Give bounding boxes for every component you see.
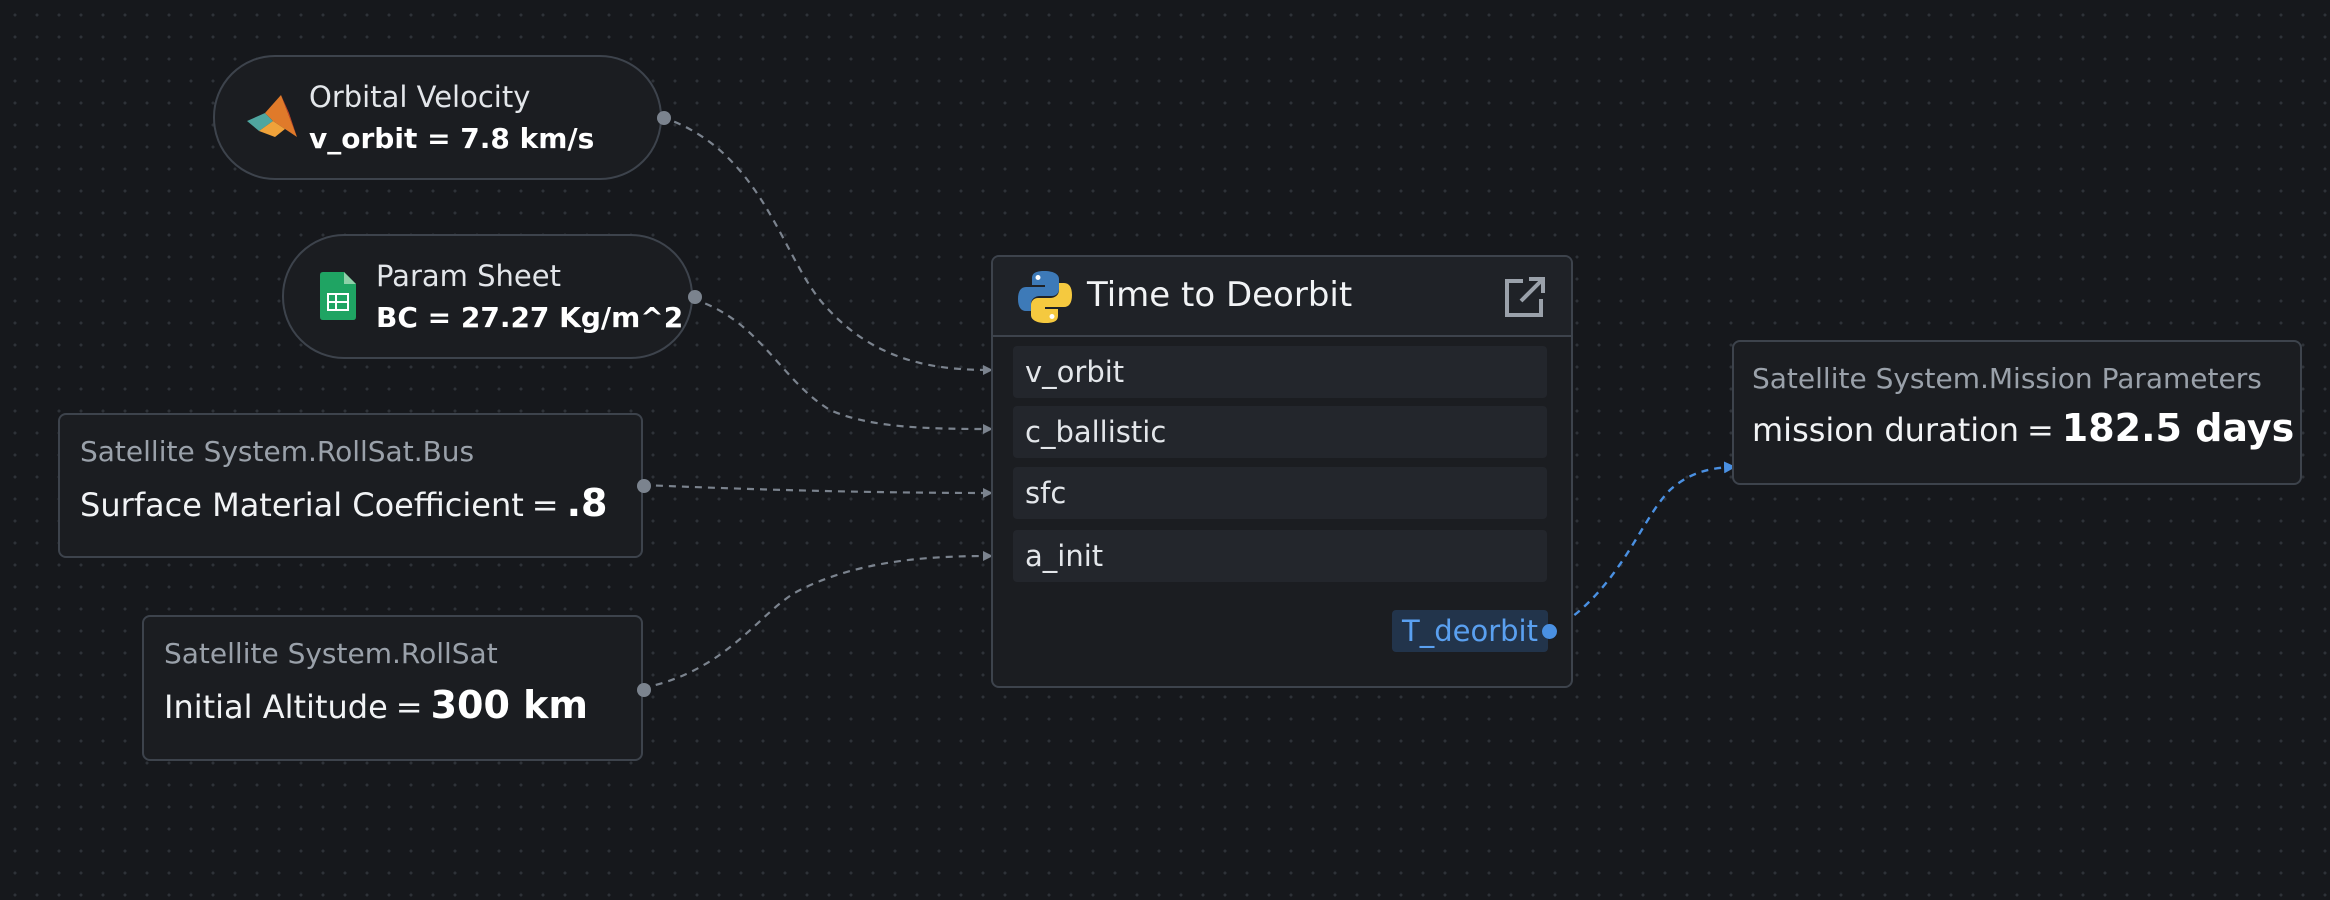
node-path: Satellite System.RollSat.Bus	[80, 435, 475, 468]
param-value: 182.5 days	[2061, 406, 2295, 450]
node-title: Param Sheet	[376, 259, 561, 293]
time-to-deorbit-node[interactable]: Time to Deorbit v_orbit c_ballistic sfc …	[991, 255, 1573, 688]
param-name: Surface Material Coefficient	[80, 486, 524, 524]
input-label: v_orbit	[1025, 355, 1125, 389]
node-value-line: mission duration = 182.5 days	[1752, 406, 2294, 452]
param-value: .8	[566, 481, 608, 525]
matlab-icon	[245, 91, 299, 145]
output-port[interactable]	[688, 290, 702, 304]
input-port-sfc[interactable]: sfc	[1013, 467, 1547, 519]
output-port[interactable]	[637, 683, 651, 697]
param-name: mission duration	[1752, 411, 2019, 449]
surface-coefficient-node[interactable]: Satellite System.RollSat.Bus Surface Mat…	[58, 413, 651, 558]
wire-t-deorbit	[1552, 461, 1736, 632]
input-label: c_ballistic	[1025, 415, 1167, 449]
external-link-icon[interactable]	[1503, 275, 1547, 319]
node-title: Orbital Velocity	[309, 80, 531, 114]
input-port-a-init[interactable]: a_init	[1013, 530, 1547, 582]
param-sheet-node[interactable]: Param Sheet BC = 27.27 Kg/m^2	[282, 234, 702, 359]
equals-sign: =	[531, 486, 559, 524]
equals-sign: =	[2026, 411, 2054, 449]
flow-canvas[interactable]: Orbital Velocity v_orbit = 7.8 km/s Para…	[0, 0, 2330, 900]
input-label: a_init	[1025, 539, 1104, 573]
node-value: v_orbit = 7.8 km/s	[309, 122, 595, 155]
node-path: Satellite System.RollSat	[164, 637, 498, 670]
wire-sfc	[642, 483, 993, 498]
google-sheets-icon	[320, 272, 356, 320]
function-node-title: Time to Deorbit	[1087, 275, 1353, 315]
output-port[interactable]	[657, 111, 671, 125]
wire-a-init	[642, 551, 993, 690]
input-port-c-ballistic[interactable]: c_ballistic	[1013, 406, 1547, 458]
node-path: Satellite System.Mission Parameters	[1752, 362, 2262, 395]
output-port-dot[interactable]	[1542, 624, 1557, 639]
param-name: Initial Altitude	[164, 688, 388, 726]
initial-altitude-node[interactable]: Satellite System.RollSat Initial Altitud…	[142, 615, 651, 761]
orbital-velocity-node[interactable]: Orbital Velocity v_orbit = 7.8 km/s	[213, 55, 671, 180]
output-port[interactable]	[637, 479, 651, 493]
node-value: BC = 27.27 Kg/m^2	[376, 301, 684, 334]
input-port-v-orbit[interactable]: v_orbit	[1013, 346, 1547, 398]
equals-sign: =	[395, 688, 423, 726]
node-value-line: Initial Altitude = 300 km	[164, 683, 588, 729]
input-label: sfc	[1025, 476, 1067, 510]
output-label: T_deorbit	[1402, 614, 1538, 648]
wire-v-orbit	[661, 115, 993, 375]
python-icon	[1017, 269, 1073, 325]
node-value-line: Surface Material Coefficient = .8	[80, 481, 608, 527]
param-value: 300 km	[430, 683, 588, 727]
output-port-t-deorbit[interactable]: T_deorbit	[1392, 610, 1548, 652]
wire-c-ballistic	[692, 297, 993, 434]
mission-duration-node[interactable]: Satellite System.Mission Parameters miss…	[1732, 340, 2302, 485]
function-node-header: Time to Deorbit	[993, 257, 1571, 337]
